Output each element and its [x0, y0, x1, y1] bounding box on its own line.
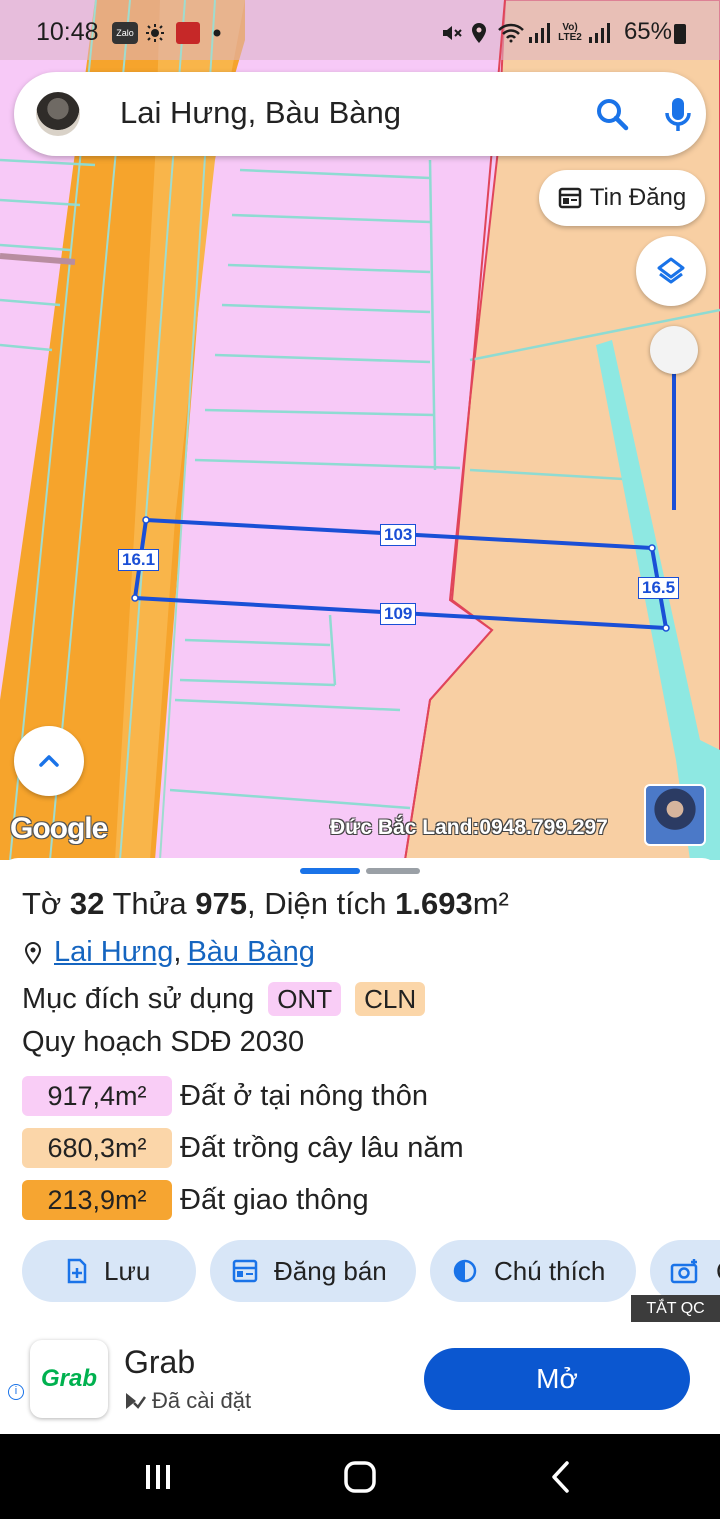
area-unit: m²	[472, 886, 509, 921]
ad-app-name: Grab	[124, 1344, 196, 1380]
listing-icon	[232, 1259, 258, 1283]
home-icon	[344, 1460, 376, 1493]
listing-icon	[558, 187, 581, 209]
sheet-handle[interactable]	[300, 868, 360, 874]
parcel-info-sheet: Tờ 32 Thửa 975, Diện tích 1.693m² Lai Hư…	[0, 858, 720, 1320]
plan-row-area: 213,9m²	[22, 1180, 172, 1220]
post-for-sale-button[interactable]: Đăng bán	[210, 1240, 416, 1302]
watermark: Đức Bắc Land:0948.799.297	[330, 816, 608, 839]
plan-row-label: Đất trồng cây lâu năm	[180, 1131, 464, 1164]
sheet-number: 32	[69, 886, 105, 921]
battery-icon	[674, 24, 686, 44]
legend-label: Chú thích	[494, 1255, 606, 1286]
plan-row: 680,3m² Đất trồng cây lâu năm	[22, 1128, 464, 1168]
ad-install-status: Đã cài đặt	[124, 1388, 251, 1414]
opacity-slider-knob[interactable]	[650, 326, 698, 374]
purpose-tag-ont: ONT	[268, 982, 342, 1016]
save-button[interactable]: Lưu	[22, 1240, 196, 1302]
plan-row-area: 680,3m²	[22, 1128, 172, 1168]
hide-ads-button[interactable]: TẮT QC	[631, 1295, 720, 1323]
post-for-sale-label: Đăng bán	[274, 1255, 387, 1286]
location-line: Lai Hưng, Bàu Bàng	[22, 936, 315, 969]
plan-row: 917,4m² Đất ở tại nông thôn	[22, 1076, 428, 1116]
plan-row-label: Đất giao thông	[180, 1183, 369, 1216]
weather-icon	[144, 22, 166, 44]
app-notification-icon	[176, 22, 200, 44]
action-bar: Lưu Đăng bán Chú thích	[22, 1240, 720, 1302]
clock: 10:48	[36, 18, 99, 46]
parcel-edge-label-bottom: 109	[380, 603, 417, 625]
back-icon	[552, 1460, 569, 1493]
user-photo-thumbnail[interactable]	[644, 784, 706, 846]
google-logo: Google	[10, 812, 108, 845]
network-type: Vo) LTE2	[558, 22, 582, 43]
parcel-edge-label-right: 16.5	[638, 577, 680, 599]
camera-add-icon	[670, 1259, 698, 1284]
plan-heading: Quy hoạch SDĐ 2030	[22, 1026, 305, 1058]
layers-icon	[657, 257, 685, 284]
more-notifications-icon	[212, 22, 222, 44]
parcel-edge-label-top: 103	[380, 524, 417, 546]
chevron-up-icon	[39, 755, 59, 767]
sheet-label: Tờ	[22, 886, 62, 921]
area-value: 1.693	[395, 886, 473, 921]
recent-apps-button[interactable]	[128, 1434, 188, 1519]
listings-button[interactable]: Tin Đăng	[539, 170, 705, 226]
signal-icon	[528, 22, 550, 44]
home-button[interactable]	[328, 1434, 392, 1519]
search-icon[interactable]	[592, 94, 632, 134]
layers-button[interactable]	[636, 236, 706, 306]
search-bar[interactable]: Lai Hưng, Bàu Bàng	[14, 72, 706, 156]
recent-apps-icon	[146, 1464, 170, 1489]
sheet-handle-secondary[interactable]	[366, 868, 420, 874]
play-check-icon	[126, 1393, 146, 1409]
ad-info-icon[interactable]: i	[8, 1384, 24, 1400]
opacity-slider-track[interactable]	[672, 350, 676, 510]
location-pin-icon	[24, 941, 42, 965]
mute-icon	[440, 22, 462, 44]
search-query[interactable]: Lai Hưng, Bàu Bàng	[120, 95, 401, 131]
grab-logo: Grab	[30, 1340, 108, 1418]
add-photo-button[interactable]: C	[650, 1240, 720, 1302]
location-icon	[470, 22, 488, 44]
legend-button[interactable]: Chú thích	[430, 1240, 636, 1302]
parcel-title: Tờ 32 Thửa 975, Diện tích 1.693m²	[22, 886, 509, 922]
save-label: Lưu	[104, 1255, 151, 1286]
parcel-label: Thửa	[112, 886, 187, 921]
plan-row: 213,9m² Đất giao thông	[22, 1180, 369, 1220]
back-button[interactable]	[532, 1434, 588, 1519]
status-bar: 10:48 Zalo Vo) LTE2 65%	[0, 0, 720, 66]
profile-avatar[interactable]	[36, 92, 80, 136]
add-bookmark-icon	[67, 1258, 87, 1284]
ad-banner[interactable]: i Grab Grab Đã cài đặt Mở	[0, 1322, 720, 1434]
zalo-icon: Zalo	[112, 22, 138, 44]
ad-open-button[interactable]: Mở	[424, 1348, 690, 1410]
location-separator: ,	[173, 936, 182, 968]
map-view[interactable]: 16.1 103 109 16.5 10:48 Zalo Vo) LTE2 65…	[0, 0, 720, 860]
land-use-purpose: Mục đích sử dụng ONT CLN	[22, 982, 426, 1016]
wifi-icon	[498, 22, 524, 44]
battery-percent: 65%	[623, 18, 672, 45]
parcel-edge-label-left: 16.1	[118, 549, 160, 571]
plan-row-label: Đất ở tại nông thôn	[180, 1079, 428, 1112]
purpose-tag-cln: CLN	[355, 982, 426, 1016]
commune-link[interactable]: Lai Hưng	[54, 936, 173, 969]
listings-label: Tin Đăng	[589, 184, 687, 211]
expand-button[interactable]	[14, 726, 84, 796]
district-link[interactable]: Bàu Bàng	[187, 936, 314, 969]
add-photo-label: C	[716, 1256, 720, 1287]
ad-status-text: Đã cài đặt	[152, 1388, 252, 1413]
purpose-label: Mục đích sử dụng	[22, 982, 255, 1015]
contrast-icon	[453, 1259, 477, 1283]
parcel-number: 975	[195, 886, 247, 921]
area-label: , Diện tích	[246, 886, 387, 921]
microphone-icon[interactable]	[658, 94, 698, 134]
plan-row-area: 917,4m²	[22, 1076, 172, 1116]
system-navigation-bar	[0, 1434, 720, 1519]
signal-icon-2	[588, 22, 610, 44]
